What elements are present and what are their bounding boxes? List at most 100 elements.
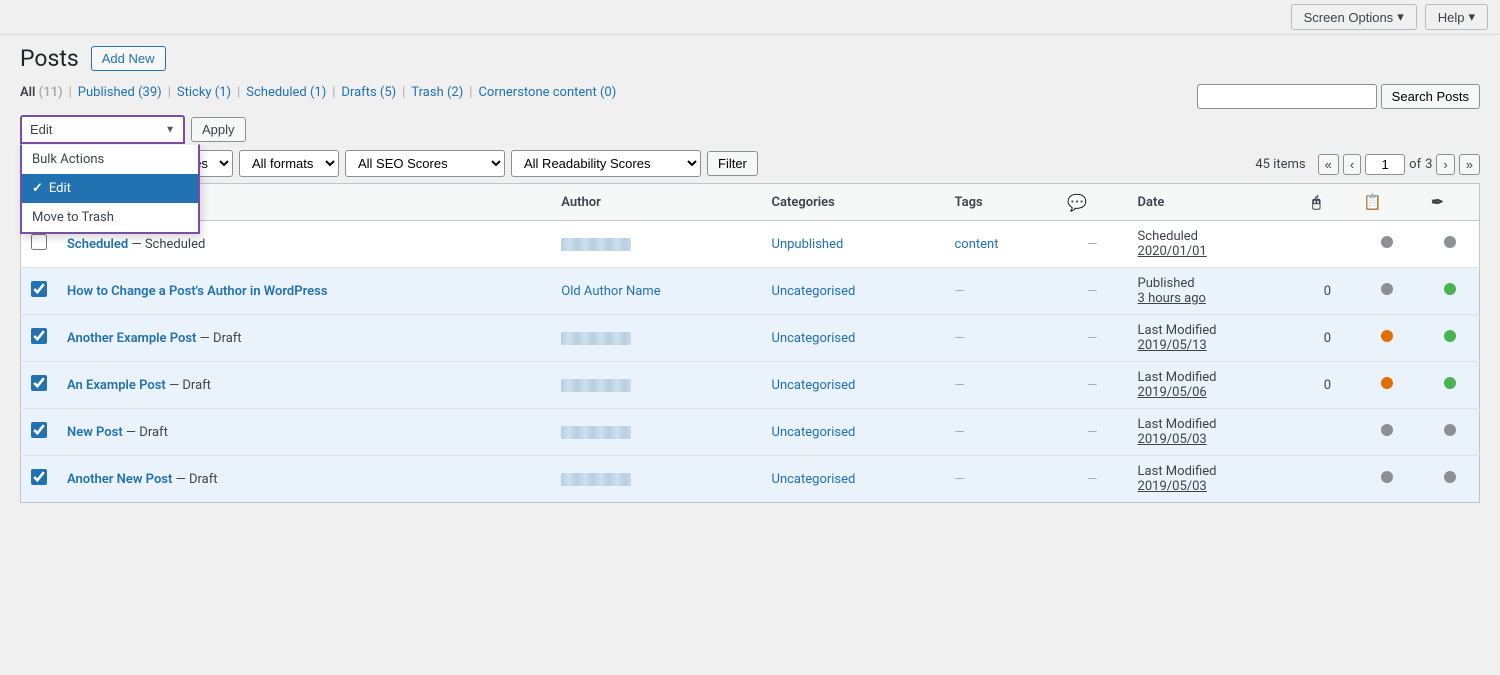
post-title-suffix: — Draft [123, 425, 168, 440]
prev-page-button[interactable]: ‹ [1343, 154, 1361, 175]
table-row: Another New Post — Draft xxxxxxxxxx Uncate… [21, 456, 1480, 503]
table-row: How to Change a Post's Author in WordPre… [21, 268, 1480, 315]
date-status-label: Last Modified [1138, 323, 1292, 338]
search-posts-button[interactable]: Search Posts [1381, 84, 1480, 109]
category-link[interactable]: Unpublished [772, 237, 844, 252]
sep-6: | [469, 85, 472, 100]
bulk-actions-trigger[interactable]: Edit [20, 115, 185, 144]
row-checkbox[interactable] [31, 281, 47, 297]
row-checkbox[interactable] [31, 375, 47, 391]
bulk-actions-dropdown[interactable]: Edit Bulk Actions ✓ Edit Move to Trash [20, 115, 185, 144]
next-page-button[interactable]: › [1436, 154, 1454, 175]
screen-options-button[interactable]: Screen Options ▾ [1291, 4, 1417, 30]
row-categories-cell: Unpublished [762, 221, 945, 268]
category-link[interactable]: Uncategorised [772, 378, 856, 393]
row-seo-cell [1353, 362, 1421, 409]
subsubsub-item-cornerstone[interactable]: Cornerstone content (0) [478, 85, 616, 100]
subsubsub-item-trash[interactable]: Trash (2) [411, 85, 463, 100]
bulk-action-bulk-actions[interactable]: Bulk Actions [22, 145, 198, 174]
filter-readability-select[interactable]: All Readability Scores [511, 150, 701, 177]
last-page-button[interactable]: » [1459, 154, 1480, 175]
subsubsub-item-scheduled[interactable]: Scheduled (1) [246, 85, 326, 100]
row-author-cell: xxxxxxxxxx [551, 456, 761, 503]
current-page-input[interactable]: 1 [1365, 154, 1405, 175]
tablenav-left: Edit Bulk Actions ✓ Edit Move to Trash [20, 115, 758, 177]
row-count-cell: 0 [1302, 268, 1353, 315]
subsubsub-item-sticky[interactable]: Sticky (1) [177, 85, 231, 100]
total-pages: 3 [1425, 157, 1432, 172]
row-author-cell: xxxxxxxxxx [551, 315, 761, 362]
bulk-actions-menu: Bulk Actions ✓ Edit Move to Trash [20, 144, 200, 234]
row-checkbox-cell [21, 456, 58, 503]
bulk-action-edit[interactable]: ✓ Edit [22, 174, 198, 203]
row-readability-cell [1421, 268, 1479, 315]
subsubsub-item-all[interactable]: All (11) [20, 85, 63, 100]
seo-dot [1381, 236, 1393, 248]
pagination-row: 45 items « ‹ 1 of 3 › » [1255, 154, 1480, 175]
row-checkbox[interactable] [31, 328, 47, 344]
row-comments-cell: — [1057, 409, 1127, 456]
filter-button[interactable]: Filter [707, 151, 758, 176]
row-title-cell: How to Change a Post's Author in WordPre… [57, 268, 551, 315]
row-readability-cell [1421, 409, 1479, 456]
filter-seo-select[interactable]: All SEO Scores [345, 150, 505, 177]
row-checkbox[interactable] [31, 469, 47, 485]
col-header-comments: 💬 [1057, 184, 1127, 221]
post-title-suffix: — Draft [172, 472, 217, 487]
readability-dot [1444, 283, 1456, 295]
date-value: 2019/05/03 [1138, 432, 1292, 447]
post-title-link[interactable]: New Post [67, 425, 123, 440]
add-new-button[interactable]: Add New [91, 46, 166, 71]
category-link[interactable]: Uncategorised [772, 331, 856, 346]
seo-icon: 🖰 [1312, 193, 1321, 211]
subsubsub-item-published[interactable]: Published (39) [78, 85, 162, 100]
filter-formats-select[interactable]: All formats [239, 150, 339, 177]
comment-count: — [1087, 237, 1097, 252]
post-title-suffix: — Scheduled [128, 237, 205, 252]
row-seo-cell [1353, 221, 1421, 268]
row-readability-cell [1421, 221, 1479, 268]
tag-dash: — [955, 378, 965, 393]
row-tags-cell: — [945, 409, 1058, 456]
author-link[interactable]: Old Author Name [561, 284, 660, 299]
post-title-link[interactable]: Another New Post [67, 472, 172, 487]
row-checkbox[interactable] [31, 422, 47, 438]
top-bar: Screen Options ▾ Help ▾ [0, 0, 1500, 35]
bulk-action-trash[interactable]: Move to Trash [22, 203, 198, 232]
tag-dash: — [955, 472, 965, 487]
row-checkbox[interactable] [31, 234, 47, 250]
post-title-link[interactable]: How to Change a Post's Author in WordPre… [67, 284, 328, 299]
apply-button[interactable]: Apply [191, 117, 246, 142]
row-count-cell [1302, 409, 1353, 456]
subsubsub-nav: All (11) | Published (39) | Sticky (1) |… [20, 85, 616, 100]
check-icon: ✓ [32, 181, 43, 196]
tag-dash: — [955, 331, 965, 346]
help-button[interactable]: Help ▾ [1425, 4, 1488, 30]
row-date-cell: Last Modified2019/05/03 [1128, 409, 1302, 456]
category-link[interactable]: Uncategorised [772, 284, 856, 299]
page-of-label: of [1409, 157, 1421, 172]
row-seo-cell [1353, 315, 1421, 362]
post-title-link[interactable]: Another Example Post [67, 331, 196, 346]
post-title-link[interactable]: Scheduled [67, 237, 128, 252]
bulk-actions-row: Edit Bulk Actions ✓ Edit Move to Trash [20, 115, 758, 144]
date-value: 2019/05/13 [1138, 338, 1292, 353]
date-status-label: Scheduled [1138, 229, 1292, 244]
row-count-cell [1302, 221, 1353, 268]
post-title-link[interactable]: An Example Post [67, 378, 166, 393]
first-page-button[interactable]: « [1318, 154, 1339, 175]
date-value: 3 hours ago [1138, 291, 1292, 306]
row-title-cell: An Example Post — Draft [57, 362, 551, 409]
row-date-cell: Last Modified2019/05/13 [1128, 315, 1302, 362]
table-row: An Example Post — DraftxxxxxxxxxxUncateg… [21, 362, 1480, 409]
readability-dot [1444, 424, 1456, 436]
subsubsub-item-drafts[interactable]: Drafts (5) [341, 85, 396, 100]
row-comments-cell: — [1057, 362, 1127, 409]
comment-count: — [1087, 331, 1097, 346]
search-input[interactable] [1197, 84, 1377, 109]
category-link[interactable]: Uncategorised [772, 425, 856, 440]
category-link[interactable]: Uncategorised [772, 472, 856, 487]
sep-1: | [69, 85, 72, 100]
tag-link[interactable]: content [955, 237, 999, 252]
row-comments-cell: — [1057, 268, 1127, 315]
